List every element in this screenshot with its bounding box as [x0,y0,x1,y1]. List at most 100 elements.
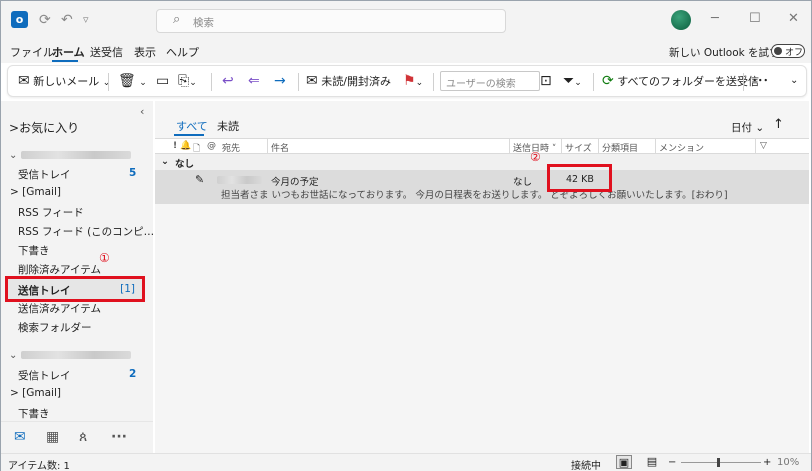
delete-button[interactable]: 🗑 ⌄ [118,66,147,96]
new-outlook-label: 新しい Outlook を試す [669,47,780,59]
undo-icon[interactable]: ↶ [61,11,73,29]
more-options-button[interactable]: ･･･ [752,66,769,96]
column-importance[interactable]: ! [173,141,177,151]
outlook-window: o ⟳ ↶ ▿ ⌕ 検索 ─ ☐ ✕ ファイル ホーム 送受信 表示 ヘルプ 新… [0,0,812,471]
people-icon[interactable]: ጰ [79,429,87,445]
zoom-in-icon[interactable]: + [763,457,771,468]
reply-button[interactable]: ↩ [222,66,234,96]
folder-sent[interactable]: 送信済みアイテム [18,301,101,316]
address-book-icon: ⊡ [540,73,552,89]
new-outlook-toggle[interactable]: オフ [771,44,805,58]
maximize-icon[interactable]: ☐ [749,10,761,28]
column-header-row: ! 🔔 🗋 @ 宛先 件名 送信日時 ˅ サイズ 分類項目 メンション ▽ [155,138,809,154]
account-header-1[interactable]: ⌄ [9,150,131,161]
column-filter-icon[interactable]: ▽ [760,141,767,151]
folder-search[interactable]: 検索フォルダー [18,320,92,335]
folder-gmail[interactable]: > [Gmail] [10,186,61,198]
address-book-button[interactable]: ⊡ [540,66,552,96]
folder-inbox[interactable]: 受信トレイ [18,167,71,182]
chevron-down-icon: ⌄ [755,122,765,134]
user-search-placeholder: ユーザーの検索 [446,79,516,90]
flag-button[interactable]: ⚑⌄ [403,66,423,96]
column-divider [561,139,562,153]
mail-icon[interactable]: ✉ [14,429,26,445]
avatar[interactable] [671,10,691,30]
column-subject[interactable]: 件名 [271,141,289,154]
move-button[interactable]: ⎘⌄ [178,66,197,96]
folder-deleted[interactable]: 削除済みアイテム [18,262,101,277]
calendar-icon[interactable]: ▦ [46,429,59,445]
tab-unread[interactable]: 未読 [217,118,239,134]
column-mention[interactable]: メンション [659,141,704,154]
folder-gmail-2[interactable]: > [Gmail] [10,387,61,399]
folder-drafts-2[interactable]: 下書き [18,406,50,421]
inbox-unread-count: 5 [129,167,137,179]
zoom-slider-knob[interactable] [717,458,720,467]
quick-access-dropdown-icon[interactable]: ▿ [83,11,89,29]
sync-icon[interactable]: ⟳ [39,11,51,29]
attachment-column-icon[interactable]: @ [207,141,216,151]
draft-edit-icon: ✎ [195,173,205,186]
menu-view[interactable]: 表示 [134,44,156,60]
sort-dropdown[interactable]: 日付 ⌄ [731,120,764,135]
reading-view-icon[interactable]: ▤ [644,455,660,469]
send-receive-all-button[interactable]: ⟳ すべてのフォルダーを送受信 [602,66,759,96]
zoom-level: 10% [777,457,800,468]
chevron-down-icon: ⌄ [102,78,111,88]
menu-help[interactable]: ヘルプ [166,44,199,60]
annotation-marker-1: ① [99,251,110,265]
mail-compose-icon: ✉ [18,73,30,89]
menu-home[interactable]: ホーム [52,44,85,60]
message-row[interactable]: ✎ 今月の予定 なし 42 KB 担当者さま いつもお世話になっております。 今… [155,170,809,204]
folder-inbox-2[interactable]: 受信トレイ [18,368,71,383]
flag-icon: ⚑ [403,73,416,89]
item-count: アイテム数: 1 [8,461,70,471]
folder-outbox-selected[interactable]: 送信トレイ [1] [5,276,145,302]
collapse-pane-icon[interactable]: ‹ [140,105,144,118]
group-label: なし [175,159,195,170]
column-category[interactable]: 分類項目 [602,141,638,154]
group-header[interactable]: ⌄ なし [155,154,809,170]
chevron-down-icon: ⌄ [574,78,582,88]
menu-send-receive[interactable]: 送受信 [90,44,123,60]
favorites-header[interactable]: >お気に入り [9,119,79,136]
menu-file[interactable]: ファイル [10,44,54,60]
archive-button[interactable]: ▭ [156,66,169,96]
read-unread-button[interactable]: ✉ 未読/開封済み [306,66,391,96]
normal-view-icon[interactable]: ▣ [616,455,632,469]
folder-rss[interactable]: RSS フィード [18,205,84,220]
menu-bar: ファイル ホーム 送受信 表示 ヘルプ 新しい Outlook を試す オフ [1,39,811,63]
more-apps-icon[interactable]: ··· [111,429,127,445]
message-preview: 担当者さま いつもお世話になっております。 今月の日程表をお送りします。 どぞよ… [221,190,728,201]
folder-outbox-label: 送信トレイ [18,285,71,297]
minimize-icon[interactable]: ─ [711,10,719,28]
user-search-input[interactable]: ユーザーの検索 [440,71,540,91]
blur-block [217,175,262,184]
tab-all[interactable]: すべて [176,118,208,134]
folder-gmail-label: [Gmail] [22,186,61,198]
message-list-pane: すべて 未読 日付 ⌄ ↑ ! 🔔 🗋 @ 宛先 件名 送信日時 ˅ サイズ 分… [155,101,809,453]
reminder-column-icon[interactable]: 🔔 [180,141,191,151]
zoom-out-icon[interactable]: − [668,457,676,468]
envelope-open-icon: ✉ [306,73,318,89]
folder-rss-local[interactable]: RSS フィード (このコンピ… [18,224,154,239]
column-divider [655,139,656,153]
ribbon-expand-icon[interactable]: ⌄ [790,66,798,96]
new-mail-button[interactable]: ✉ 新しいメール ⌄ [18,66,110,96]
close-icon[interactable]: ✕ [788,10,799,28]
divider [211,73,212,91]
forward-button[interactable]: → [274,66,286,96]
filter-button[interactable]: ⏷⌄ [563,66,582,96]
chevron-down-icon: ⌄ [415,78,424,88]
search-box[interactable]: ⌕ 検索 [156,9,506,33]
folder-drafts[interactable]: 下書き [18,243,50,258]
reply-all-button[interactable]: ⇐ [248,66,260,96]
column-size[interactable]: サイズ [565,141,592,154]
new-mail-label: 新しいメール [33,75,100,88]
favorites-label: お気に入り [19,121,80,135]
zoom-slider[interactable] [681,462,761,463]
account-header-2[interactable]: ⌄ [9,350,131,361]
sort-direction-icon[interactable]: ↑ [773,117,784,132]
inbox-2-unread-count: 2 [129,368,137,380]
column-to[interactable]: 宛先 [222,141,240,154]
